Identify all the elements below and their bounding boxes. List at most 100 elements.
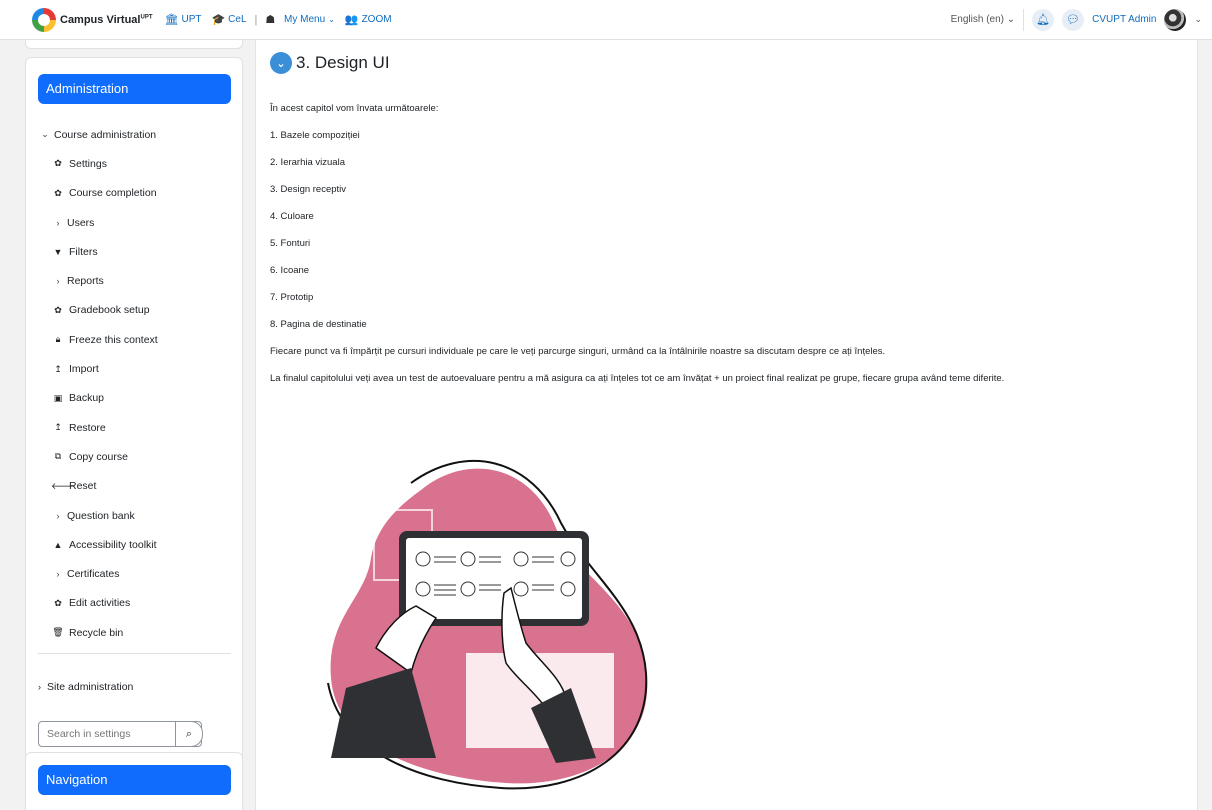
admin-item-reset[interactable]: 🡐 Reset [26, 472, 244, 501]
user-name[interactable]: CVUPT Admin [1092, 14, 1156, 25]
admin-item-label: Course completion [69, 187, 157, 200]
site-administration-node[interactable]: › Site administration [38, 681, 133, 693]
search-icon[interactable]: ⌕ [175, 721, 203, 747]
admin-item-freeze-this-context[interactable]: 🔒︎ Freeze this context [26, 325, 244, 354]
navigation-block: Navigation [25, 752, 243, 810]
chart-icon: ▲ [53, 539, 63, 550]
admin-item-course-completion[interactable]: ✿ Course completion [26, 179, 244, 208]
admin-item-label: Backup [69, 392, 105, 405]
summary-paragraph: 3. Design receptiv [270, 184, 347, 195]
admin-item-label: Gradebook setup [69, 304, 150, 317]
summary-paragraph: 4. Culoare [270, 211, 314, 222]
tablet-illustration [327, 460, 648, 790]
admin-item-label: Copy course [69, 450, 128, 463]
chevron-right-icon: › [56, 569, 60, 580]
user-icon: ☗ [265, 14, 276, 26]
admin-item-label: Reset [69, 480, 97, 493]
section-summary: În acest capitol vom învata următoarele:… [270, 102, 1180, 399]
upload-icon: ↥ [54, 363, 62, 374]
summary-paragraph: 5. Fonturi [270, 238, 311, 249]
filter-icon: ▼ [53, 246, 63, 257]
divider [38, 653, 231, 654]
admin-item-label: Import [69, 363, 99, 376]
navigation-title: Navigation [38, 765, 231, 795]
admin-item-reports[interactable]: › Reports [26, 266, 244, 295]
course-administration-label: Course administration [54, 128, 157, 141]
notifications-bell-icon[interactable]: 🔔︎ [1032, 8, 1055, 31]
nav-link-upt[interactable]: 🏛 UPT [165, 13, 202, 26]
chevron-down-icon[interactable]: ⌄ [1194, 14, 1202, 25]
summary-paragraph: În acest capitol vom învata următoarele: [270, 103, 439, 114]
users-icon: 👥 [344, 14, 359, 26]
nav-zoom[interactable]: 👥 ZOOM [345, 13, 392, 26]
admin-item-label: Restore [69, 421, 106, 434]
section-title: 3. Design UI [296, 53, 390, 72]
admin-item-restore[interactable]: ↥ Restore [26, 413, 244, 442]
admin-item-label: Certificates [67, 568, 120, 581]
admin-item-settings[interactable]: ✿ Settings [26, 149, 244, 178]
summary-paragraph: 2. Ierarhia vizuala [270, 157, 345, 168]
admin-item-label: Settings [69, 157, 107, 170]
language-menu[interactable]: English ‎(en)‎ ⌄ [951, 14, 1016, 25]
copy-icon: ⧉ [54, 451, 62, 462]
admin-item-question-bank[interactable]: › Question bank [26, 501, 244, 530]
collapse-chevron-icon[interactable]: ⌄ [270, 52, 292, 74]
chevron-right-icon: › [56, 276, 60, 287]
admin-item-certificates[interactable]: › Certificates [26, 559, 244, 588]
graduation-cap-icon: 🎓 [211, 14, 226, 26]
admin-item-accessibility-toolkit[interactable]: ▲ Accessibility toolkit [26, 530, 244, 559]
gear-icon: ✿ [54, 304, 62, 315]
summary-paragraph: 6. Icoane [270, 265, 310, 276]
top-navbar: Campus VirtualUPT 🏛 UPT 🎓 CeL | ☗ My Menu ⌄… [0, 0, 1212, 40]
admin-item-import[interactable]: ↥ Import [26, 354, 244, 383]
admin-item-backup[interactable]: ▣ Backup [26, 384, 244, 413]
admin-item-filters[interactable]: ▼ Filters [26, 237, 244, 266]
chevron-right-icon: › [38, 682, 41, 692]
admin-item-copy-course[interactable]: ⧉ Copy course [26, 442, 244, 471]
nav-my-menu[interactable]: ☗ My Menu ⌄ [265, 13, 334, 26]
section-header: ⌄ 3. Design UI [270, 52, 390, 74]
previous-block [25, 40, 243, 49]
chevron-right-icon: › [56, 510, 60, 521]
admin-item-label: Question bank [67, 509, 135, 522]
brand-link[interactable]: Campus VirtualUPT [32, 7, 153, 32]
chevron-down-icon: ⌄ [328, 15, 335, 24]
administration-block: Administration ⌄ Course administration ✿… [25, 57, 243, 780]
chevron-down-icon: ⌄ [41, 129, 49, 140]
course-administration-node[interactable]: ⌄ Course administration [26, 120, 244, 149]
nav-separator [1023, 8, 1025, 31]
trash-icon: 🗑︎ [52, 627, 64, 638]
admin-item-label: Edit activities [69, 597, 131, 610]
summary-paragraph: 1. Bazele compoziției [270, 130, 360, 141]
admin-item-edit-activities[interactable]: ✿ Edit activities [26, 589, 244, 618]
chevron-right-icon: › [56, 217, 60, 228]
left-blocks-column: Administration ⌄ Course administration ✿… [25, 40, 243, 810]
summary-paragraph: La finalul capitolului veți avea un test… [270, 373, 1005, 384]
nav-divider: | [254, 13, 258, 26]
gear-icon: ✿ [54, 187, 62, 198]
administration-tree: ⌄ Course administration ✿ Settings ✿ Course… [26, 120, 244, 647]
right-gutter [1198, 40, 1212, 810]
admin-item-label: Recycle bin [69, 626, 124, 639]
admin-item-gradebook-setup[interactable]: ✿ Gradebook setup [26, 296, 244, 325]
site-administration-label: Site administration [47, 681, 134, 693]
summary-paragraph: 8. Pagina de destinatie [270, 319, 367, 330]
summary-paragraph: 7. Prototip [270, 292, 314, 303]
arrow-left-icon: 🡐 [51, 480, 76, 491]
admin-item-label: Users [67, 216, 95, 229]
nav-link-cel[interactable]: 🎓 CeL [211, 13, 246, 26]
summary-paragraph: Fiecare punct va fi împărțit pe cursuri … [270, 346, 886, 357]
admin-item-label: Reports [67, 275, 104, 288]
gear-icon: ✿ [54, 597, 62, 608]
gear-icon: ✿ [54, 158, 62, 169]
brand-name: Campus VirtualUPT [60, 13, 153, 26]
admin-item-label: Accessibility toolkit [69, 538, 157, 551]
lock-icon: 🔒︎ [55, 334, 61, 345]
messages-icon[interactable]: 💬︎ [1062, 8, 1085, 31]
admin-item-users[interactable]: › Users [26, 208, 244, 237]
administration-title: Administration [38, 74, 231, 104]
backup-icon: ▣ [53, 392, 63, 403]
avatar[interactable] [1164, 8, 1187, 31]
admin-item-label: Filters [69, 245, 98, 258]
admin-item-recycle-bin[interactable]: 🗑︎ Recycle bin [26, 618, 244, 647]
